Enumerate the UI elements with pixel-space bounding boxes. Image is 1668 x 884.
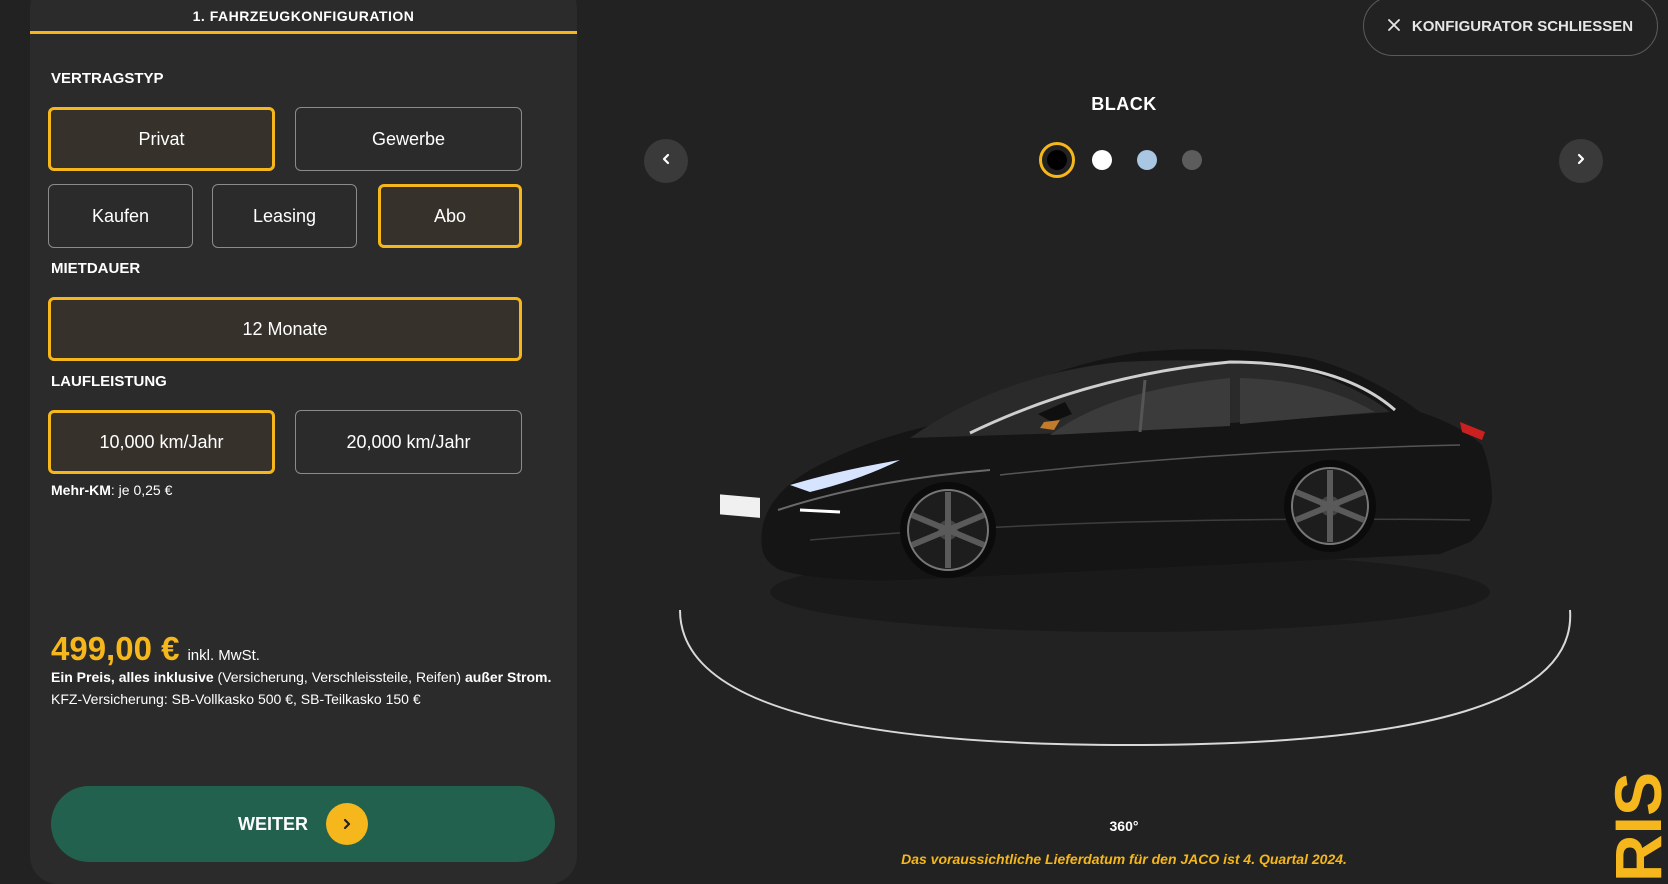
brand-logo-text: RIS xyxy=(1601,771,1668,882)
close-configurator-button[interactable]: KONFIGURATOR SCHLIESSEN xyxy=(1363,0,1658,56)
insurance-line: KFZ-Versicherung: SB-Vollkasko 500 €, SB… xyxy=(51,691,421,707)
chevron-right-icon xyxy=(1575,152,1587,170)
laufleistung-label: LAUFLEISTUNG xyxy=(51,373,167,390)
extra-km-note: Mehr-KM: je 0,25 € xyxy=(51,482,172,498)
vertragstyp-label: VERTRAGSTYP xyxy=(51,70,164,87)
option-leasing[interactable]: Leasing xyxy=(212,184,357,248)
option-privat[interactable]: Privat xyxy=(48,107,275,171)
360-view-toggle[interactable]: 360° xyxy=(1074,818,1174,834)
car-360-viewer[interactable] xyxy=(670,330,1590,760)
price-suffix: inkl. MwSt. xyxy=(187,647,260,664)
option-abo[interactable]: Abo xyxy=(378,184,522,248)
inclusive-line: Ein Preis, alles inklusive (Versicherung… xyxy=(51,666,551,688)
prev-color-button[interactable] xyxy=(644,139,688,183)
next-color-button[interactable] xyxy=(1559,139,1603,183)
weiter-label: WEITER xyxy=(238,813,308,834)
step-tab[interactable]: 1. FAHRZEUGKONFIGURATION xyxy=(30,0,577,34)
chevron-left-icon xyxy=(660,152,672,170)
mietdauer-label: MIETDAUER xyxy=(51,260,141,277)
selected-color-name: BLACK xyxy=(1091,94,1157,114)
exclusive-bold: außer Strom. xyxy=(464,669,552,685)
swatch-black-dot xyxy=(1047,150,1067,170)
price-description: Ein Preis, alles inklusive (Versicherung… xyxy=(51,666,551,710)
option-10000-km[interactable]: 10,000 km/Jahr xyxy=(48,410,275,474)
option-kaufen[interactable]: Kaufen xyxy=(48,184,193,248)
swatch-white[interactable] xyxy=(1092,150,1112,170)
inclusive-bold: Ein Preis, alles inklusive xyxy=(51,669,214,685)
configuration-panel: 1. FAHRZEUGKONFIGURATION VERTRAGSTYP Pri… xyxy=(30,0,577,884)
delivery-note: Das voraussichtliche Lieferdatum für den… xyxy=(901,851,1347,867)
price-block: 499,00 € inkl. MwSt. xyxy=(51,630,260,668)
close-icon xyxy=(1388,18,1400,35)
option-mietdauer[interactable]: 12 Monate xyxy=(48,297,522,361)
close-label: KONFIGURATOR SCHLIESSEN xyxy=(1411,17,1634,35)
swatch-black[interactable] xyxy=(1039,142,1075,178)
inclusive-details: (Versicherung, Verschleissteile, Reifen) xyxy=(213,669,465,685)
chevron-right-icon xyxy=(326,803,368,845)
price-value: 499,00 € xyxy=(51,630,180,667)
weiter-button[interactable]: WEITER xyxy=(51,786,555,862)
option-20000-km[interactable]: 20,000 km/Jahr xyxy=(295,410,522,474)
extra-km-label: Mehr-KM xyxy=(51,482,111,498)
configurator-page: 1. FAHRZEUGKONFIGURATION VERTRAGSTYP Pri… xyxy=(0,0,1668,884)
option-gewerbe[interactable]: Gewerbe xyxy=(295,107,522,171)
car-image xyxy=(679,349,1572,747)
swatch-grey[interactable] xyxy=(1182,150,1202,170)
extra-km-value: : je 0,25 € xyxy=(110,482,173,498)
swatch-light-blue[interactable] xyxy=(1137,150,1157,170)
